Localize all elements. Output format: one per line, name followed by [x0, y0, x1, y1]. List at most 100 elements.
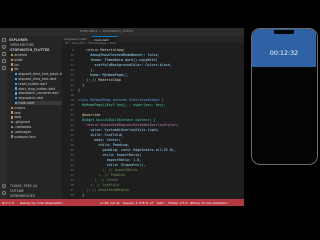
code-line[interactable]: value: SystemUiOverlayStyle.light,	[78, 128, 159, 132]
file-tree-item[interactable]: lib	[11, 67, 62, 71]
file-tree-item[interactable]: web	[11, 115, 62, 119]
open-editors-header[interactable]: OPEN EDITORS	[10, 43, 34, 47]
code-line[interactable]: home: MyHomePage(),	[78, 73, 129, 77]
code-editor: stopwatch.dart main.dart lib > main.dart…	[62, 36, 244, 199]
line-number: 19	[70, 98, 74, 102]
code-line[interactable]: }	[78, 83, 84, 87]
file-tree-label: ios	[14, 62, 20, 67]
todo-tree-header[interactable]: TODOS: TREE (0)	[10, 184, 37, 188]
file-tree-item[interactable]: stopwatch_renderer.dart	[15, 91, 62, 95]
flutter-version[interactable]: Flutter: 2.5.3	[168, 201, 187, 205]
device-selector[interactable]: iPhone 12 (ios simulator)	[190, 201, 228, 205]
line-number: 38	[70, 193, 74, 197]
line-number: 21	[70, 108, 74, 112]
code-line[interactable]: debugShowCheckedModeBanner: false,	[78, 53, 159, 57]
run-debug-icon[interactable]	[1, 59, 6, 63]
code-line[interactable]: class MyHomePage extends StatelessWidget…	[78, 98, 164, 102]
file-tree-item[interactable]: elapsed_time_text.dart	[15, 77, 62, 81]
line-number: 14	[70, 73, 74, 77]
file-tree-label: web	[14, 115, 22, 120]
code-line[interactable]: child: Padding(	[78, 143, 129, 147]
file-tree-item[interactable]: ios	[11, 63, 62, 67]
file-tree-label: lib	[14, 67, 19, 72]
line-number: 23	[70, 118, 74, 122]
code-line[interactable]: scaffoldBackgroundColor: Colors.black,	[78, 63, 172, 67]
file-tree-label: start_stop_button.dart	[18, 86, 56, 91]
code-line[interactable]: return MaterialApp(	[78, 48, 125, 52]
file-tree-item[interactable]: .packages	[11, 130, 62, 134]
file-tree-label: .gitignore	[14, 120, 31, 125]
code-line[interactable]: child: Stopwatch(),	[78, 163, 146, 167]
project-header[interactable]: STOPWATCH_FLUTTER	[10, 48, 50, 52]
line-ending[interactable]: LF	[150, 201, 153, 205]
file-tree-item[interactable]: reset_button.dart	[15, 82, 62, 86]
code-line[interactable]: }	[78, 193, 84, 197]
file-tree-item[interactable]: main.dart	[15, 101, 62, 105]
status-bar: ⊗ 0 ⚠ 0 Debug my code (stopwatch) Ln 28,…	[0, 199, 244, 206]
breadcrumb[interactable]: lib > main.dart > MyHomePage > build	[62, 42, 244, 46]
code-line[interactable]: Widget build(BuildContext context) {	[78, 118, 156, 122]
code-line[interactable]: ); // AnnotatedRegion	[78, 188, 129, 192]
code-line[interactable]: ), // AspectRatio	[78, 168, 137, 172]
line-number: 16	[70, 83, 74, 87]
dependencies-header[interactable]: DEPENDENCIES	[10, 194, 35, 198]
elapsed-time-text: 00:12:32	[269, 50, 299, 57]
code-line[interactable]: MyHomePage({Key? key}) : super(key: key)…	[78, 103, 166, 107]
file-tree-label: .packages	[14, 129, 32, 134]
code-line[interactable]: ),	[78, 68, 94, 72]
code-line[interactable]: body: Center(	[78, 138, 121, 142]
problems-indicator[interactable]: ⊗ 0 ⚠ 0	[2, 201, 14, 205]
code-line[interactable]: ), // Scaffold	[78, 183, 119, 187]
file-tree-item[interactable]: build	[11, 58, 62, 62]
code-line[interactable]: aspectRatio: 1.0,	[78, 158, 142, 162]
file-tree-label: build	[14, 57, 23, 62]
desktop-top-area	[0, 0, 320, 28]
code-line[interactable]: theme: ThemeData.dark().copyWith(	[78, 58, 157, 62]
code-line[interactable]: ), // Padding	[78, 173, 125, 177]
line-number: 37	[70, 188, 74, 192]
gear-icon[interactable]	[1, 191, 6, 195]
code-line[interactable]: ), // Center	[78, 178, 119, 182]
line-number: 20	[70, 103, 74, 107]
file-tree-label: elapsed_time_text_basic.dart	[18, 72, 62, 77]
line-number: 30	[70, 153, 74, 157]
code-line[interactable]: child: AspectRatio(	[78, 153, 141, 157]
source-control-icon[interactable]	[1, 52, 6, 56]
indentation[interactable]: Spaces: 2	[123, 201, 138, 205]
encoding[interactable]: UTF-8	[139, 201, 148, 205]
line-number: 36	[70, 183, 74, 187]
cursor-position[interactable]: Ln 28, Col 11	[100, 201, 120, 205]
search-icon[interactable]	[1, 45, 6, 49]
code-line[interactable]: child: Scaffold(	[78, 133, 123, 137]
code-line[interactable]: return AnnotatedRegion<SystemUiOverlaySt…	[78, 123, 178, 127]
debug-status[interactable]: Debug my code (stopwatch)	[20, 201, 63, 205]
file-tree-label: stopwatch.dart	[18, 96, 44, 101]
outline-header[interactable]: OUTLINE	[10, 189, 24, 193]
line-number: 32	[70, 163, 74, 167]
account-icon[interactable]	[1, 184, 6, 188]
code-line[interactable]: padding: const EdgeInsets.all(32.0),	[78, 148, 176, 152]
file-tree-item[interactable]: elapsed_time_text_basic.dart	[15, 72, 62, 76]
file-tree-item[interactable]: pubspec.lock	[11, 135, 62, 139]
window-title: main.dart — stopwatch_flutter	[80, 29, 134, 33]
file-tree-item[interactable]: test	[11, 111, 62, 115]
line-number: 18	[70, 93, 74, 97]
file-tree-label: test	[14, 110, 21, 115]
code-line[interactable]: ); // MaterialApp	[78, 78, 121, 82]
file-tree-item[interactable]: .metadata	[11, 125, 62, 129]
file-tree-label: macos	[14, 105, 26, 110]
file-tree-item[interactable]: macos	[11, 106, 62, 110]
file-tree-item[interactable]: stopwatch.dart	[15, 96, 62, 100]
file-tree-item[interactable]: android	[11, 53, 62, 57]
code-line[interactable]: }	[78, 88, 80, 92]
explorer-icon[interactable]	[1, 38, 6, 42]
line-number: 26	[70, 133, 74, 137]
file-tree-item[interactable]: start_stop_button.dart	[15, 87, 62, 91]
line-number: 34	[70, 173, 74, 177]
code-line[interactable]: @override	[78, 113, 100, 117]
extensions-icon[interactable]	[1, 66, 6, 70]
file-tree-item[interactable]: .gitignore	[11, 120, 62, 124]
language-mode[interactable]: Dart	[157, 201, 164, 205]
file-tree-label: android	[14, 53, 27, 57]
line-number: 9	[72, 48, 74, 52]
